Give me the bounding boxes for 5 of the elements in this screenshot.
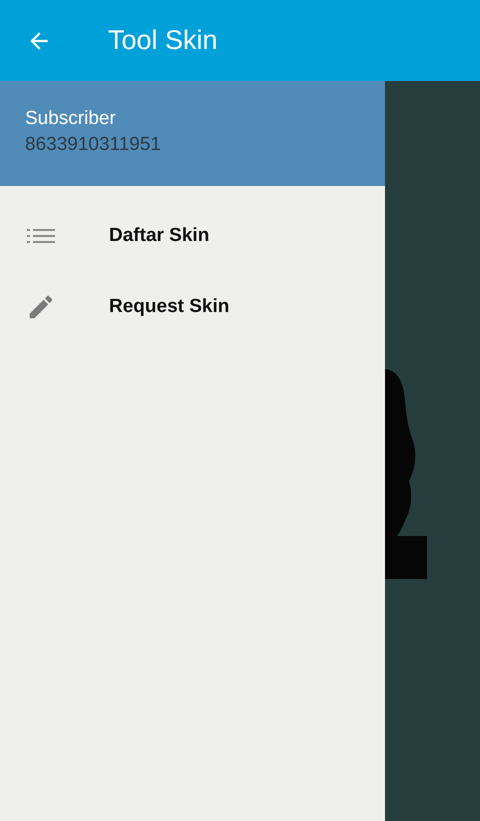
app-title: Tool Skin bbox=[108, 25, 218, 56]
drawer-item[interactable]: Request Skin bbox=[0, 271, 385, 342]
subscriber-label: Subscriber bbox=[25, 108, 117, 130]
subscriber-number: 8633910311951 bbox=[25, 134, 162, 156]
drawer-item[interactable]: Daftar Skin bbox=[0, 200, 385, 271]
